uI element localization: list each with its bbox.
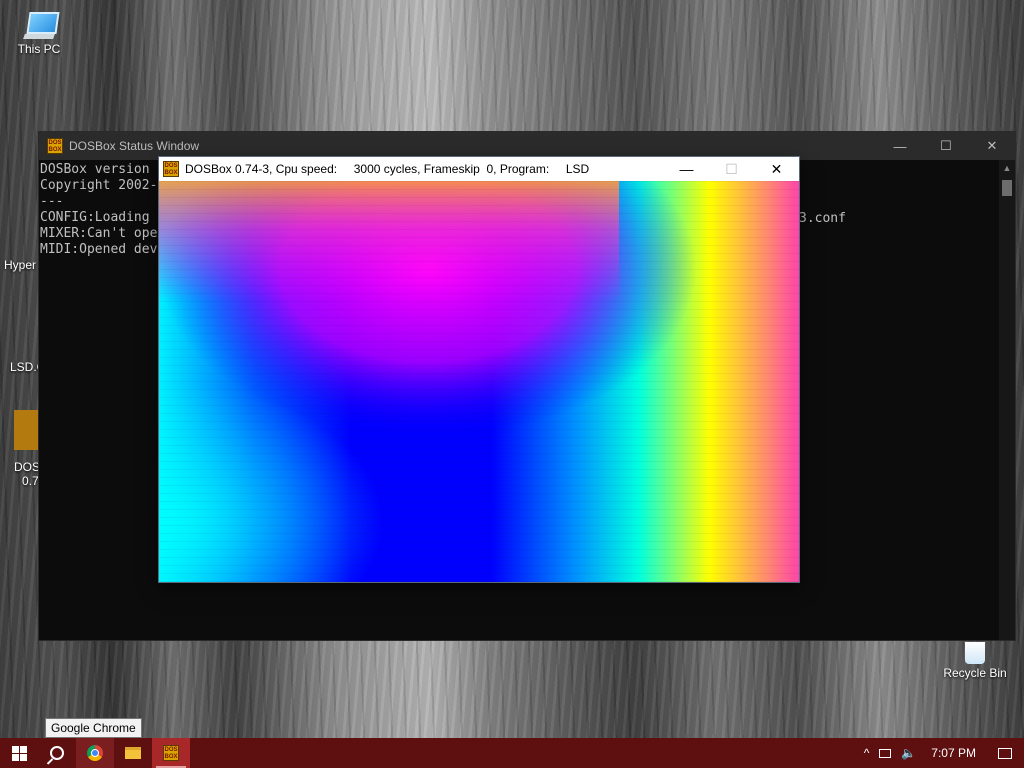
start-button[interactable]: [0, 738, 38, 768]
dosbox-display-plasma[interactable]: [159, 181, 799, 582]
window-title: DOSBox Status Window: [69, 139, 200, 153]
dosbox-icon: [14, 410, 38, 450]
taskbar: DOS BOX ^ 🔈 7:07 PM: [0, 738, 1024, 768]
windows-logo-icon: [11, 745, 27, 761]
close-button[interactable]: ✕: [754, 157, 799, 181]
taskbar-chrome[interactable]: [76, 738, 114, 768]
minimize-button[interactable]: —: [664, 157, 709, 181]
dosbox-icon: DOS BOX: [163, 161, 179, 177]
close-button[interactable]: ✕: [969, 132, 1015, 160]
tooltip: Google Chrome: [45, 718, 142, 738]
dosbox-window-titlebar[interactable]: DOS BOX DOSBox 0.74-3, Cpu speed: 3000 c…: [159, 157, 799, 181]
system-tray: ^ 🔈 7:07 PM: [859, 738, 1024, 768]
action-center-icon[interactable]: [986, 738, 1024, 768]
plasma-graphic: [159, 181, 799, 582]
taskbar-file-explorer[interactable]: [114, 738, 152, 768]
taskbar-dosbox[interactable]: DOS BOX: [152, 738, 190, 768]
volume-muted-icon[interactable]: 🔈: [896, 738, 921, 768]
recycle-bin-icon: [961, 642, 989, 664]
maximize-button: ☐: [725, 160, 738, 177]
desktop-icon-this-pc[interactable]: This PC: [9, 12, 69, 56]
search-button[interactable]: [38, 738, 76, 768]
maximize-button[interactable]: ☐: [923, 132, 969, 160]
computer-icon: [22, 12, 60, 40]
chrome-icon: [87, 745, 103, 761]
dosbox-icon: DOS BOX: [47, 138, 63, 154]
console-line-tail: 3.conf: [799, 211, 846, 226]
desktop-icon-label: This PC: [17, 42, 61, 56]
dosbox-window[interactable]: DOS BOX DOSBox 0.74-3, Cpu speed: 3000 c…: [159, 157, 799, 582]
window-title: DOSBox 0.74-3, Cpu speed: 3000 cycles, F…: [185, 162, 590, 176]
search-icon: [50, 746, 64, 760]
desktop-icon-label: Recycle Bin: [943, 666, 1007, 680]
vertical-scrollbar[interactable]: ▲: [999, 160, 1015, 640]
desktop-icon-recycle-bin[interactable]: Recycle Bin: [940, 642, 1010, 680]
scroll-up-arrow-icon[interactable]: ▲: [999, 160, 1015, 176]
scrollbar-thumb[interactable]: [1002, 180, 1012, 196]
status-window-titlebar[interactable]: DOS BOX DOSBox Status Window — ☐ ✕: [39, 132, 1015, 160]
folder-icon: [125, 747, 141, 759]
clock[interactable]: 7:07 PM: [921, 738, 986, 768]
show-hidden-icons-chevron-icon[interactable]: ^: [859, 738, 875, 768]
dosbox-icon: DOS BOX: [163, 745, 179, 761]
minimize-button[interactable]: —: [877, 132, 923, 160]
network-icon[interactable]: [874, 738, 896, 768]
